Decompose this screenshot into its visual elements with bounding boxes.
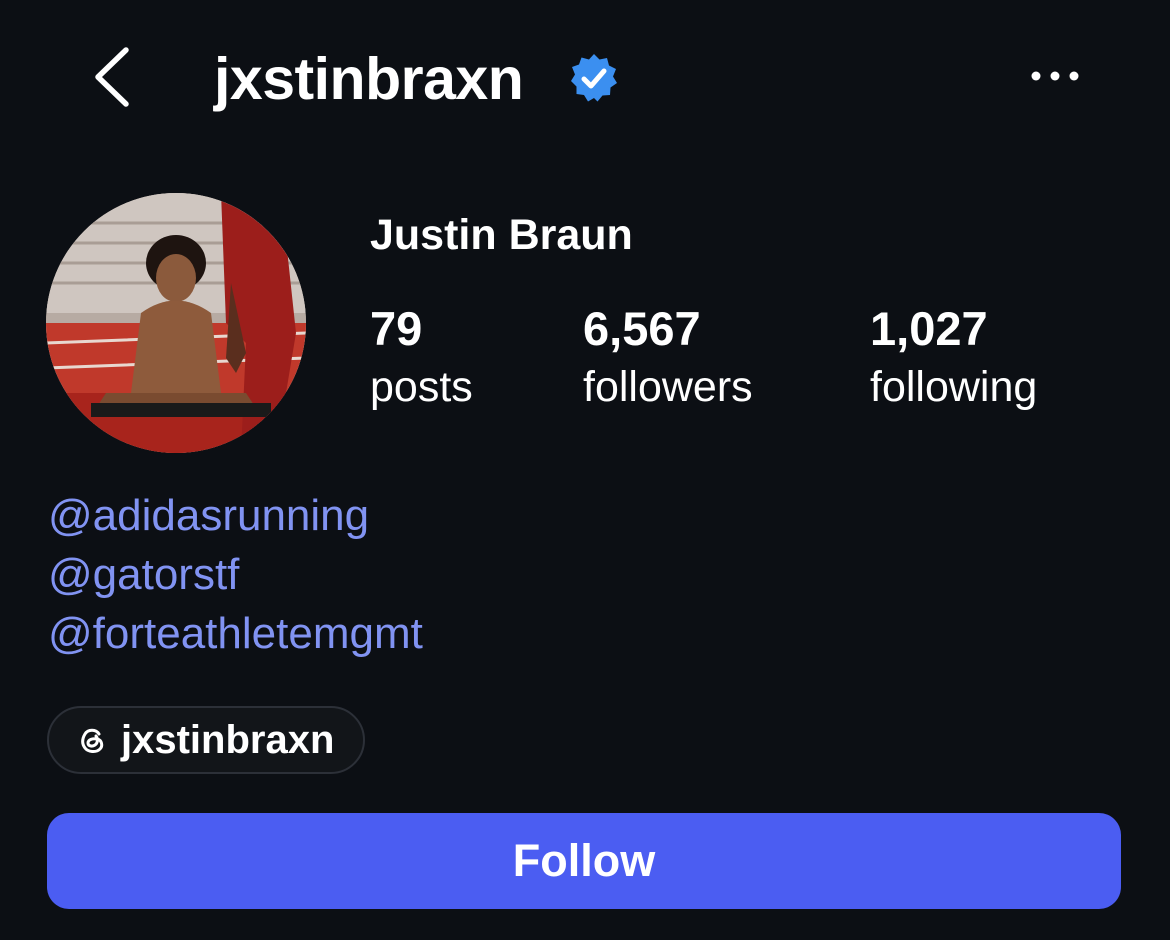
back-button[interactable] bbox=[88, 42, 138, 112]
follow-button-label: Follow bbox=[512, 835, 656, 886]
header-username: jxstinbraxn bbox=[214, 46, 524, 112]
followers-stat[interactable]: 6,567 followers bbox=[583, 300, 753, 416]
more-horizontal-icon bbox=[1031, 71, 1079, 81]
profile-avatar[interactable] bbox=[46, 193, 306, 453]
display-name: Justin Braun bbox=[370, 211, 633, 259]
bio-link-forteathletemgmt[interactable]: @forteathletemgmt bbox=[48, 606, 423, 662]
more-options-button[interactable] bbox=[1024, 56, 1086, 96]
avatar-photo bbox=[46, 193, 306, 453]
chevron-left-icon bbox=[95, 47, 129, 107]
follow-button[interactable]: Follow bbox=[47, 813, 1121, 909]
following-label: following bbox=[870, 363, 1038, 411]
posts-label: posts bbox=[370, 363, 473, 411]
followers-count: 6,567 bbox=[583, 302, 701, 355]
following-count: 1,027 bbox=[870, 302, 988, 355]
posts-count: 79 bbox=[370, 302, 423, 355]
threads-link-chip[interactable]: jxstinbraxn bbox=[47, 706, 365, 774]
threads-icon bbox=[81, 728, 104, 753]
followers-label: followers bbox=[583, 363, 753, 411]
bio-link-gatorstf[interactable]: @gatorstf bbox=[48, 547, 239, 603]
bio-link-adidasrunning[interactable]: @adidasrunning bbox=[48, 488, 369, 544]
verified-badge-icon bbox=[571, 54, 617, 102]
threads-handle: jxstinbraxn bbox=[121, 718, 335, 762]
posts-stat[interactable]: 79 posts bbox=[370, 300, 473, 416]
following-stat[interactable]: 1,027 following bbox=[870, 300, 1037, 416]
